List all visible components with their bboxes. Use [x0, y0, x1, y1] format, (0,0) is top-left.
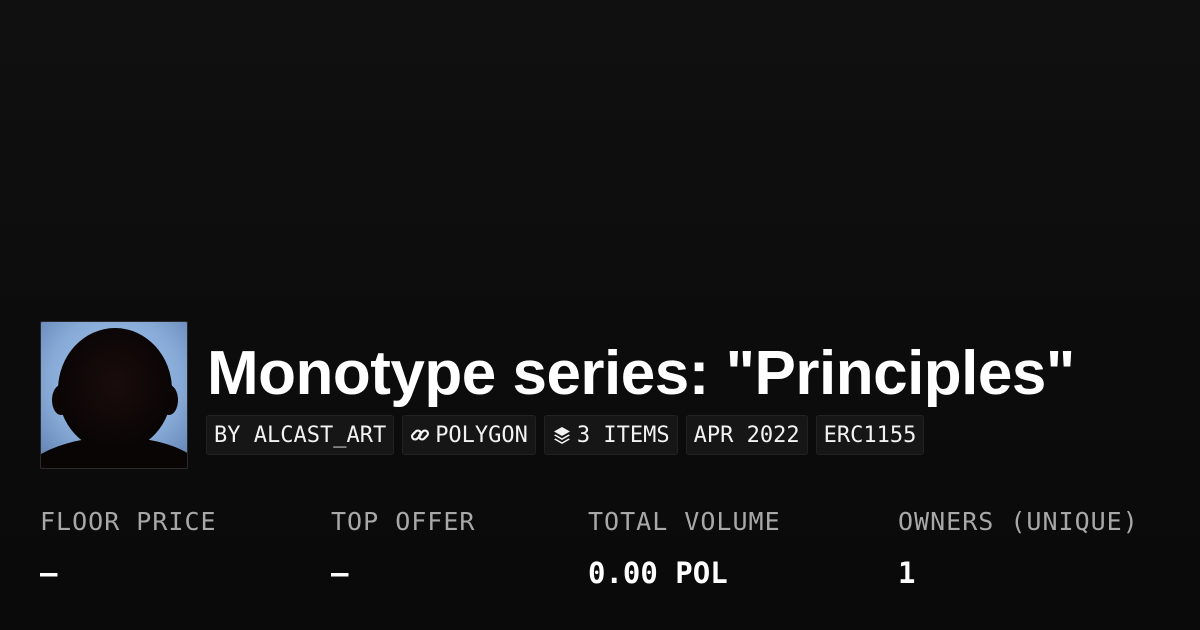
stat-top-offer: TOP OFFER –: [331, 500, 475, 599]
stat-value: 1: [898, 556, 916, 590]
stat-label: TOTAL VOLUME: [588, 507, 781, 536]
stat-floor-price: FLOOR PRICE –: [40, 500, 217, 599]
date-tag: APR 2022: [685, 415, 808, 455]
collection-avatar[interactable]: [40, 321, 188, 469]
standard-tag: ERC1155: [815, 415, 925, 455]
stat-label: FLOOR PRICE: [40, 507, 217, 536]
layers-icon: [552, 425, 572, 445]
collection-title: Monotype series: "Principles": [207, 339, 1075, 408]
stat-total-volume: TOTAL VOLUME 0.00 POL: [588, 500, 781, 599]
stat-owners: OWNERS (UNIQUE) 1: [898, 500, 1139, 599]
creator-tag[interactable]: BY ALCAST_ART: [206, 415, 395, 455]
portrait-silhouette-image: [41, 322, 187, 468]
stat-label: OWNERS (UNIQUE): [898, 507, 1139, 536]
date-label: APR 2022: [693, 422, 800, 448]
creator-label: BY ALCAST_ART: [214, 422, 387, 448]
link-icon: [410, 425, 430, 445]
standard-label: ERC1155: [823, 422, 917, 448]
collection-stats: FLOOR PRICE – TOP OFFER – TOTAL VOLUME 0…: [0, 500, 1200, 610]
stat-label: TOP OFFER: [331, 507, 476, 536]
items-label: 3 ITEMS: [576, 422, 670, 448]
chain-tag[interactable]: POLYGON: [402, 415, 536, 455]
stat-value: –: [40, 556, 58, 590]
chain-label: POLYGON: [435, 422, 528, 448]
stat-value: –: [331, 556, 349, 590]
stat-value: 0.00 POL: [588, 556, 728, 590]
items-tag[interactable]: 3 ITEMS: [543, 415, 678, 455]
collection-tags: BY ALCAST_ART POLYGON 3 ITEMS APR 2022 E…: [206, 415, 925, 455]
